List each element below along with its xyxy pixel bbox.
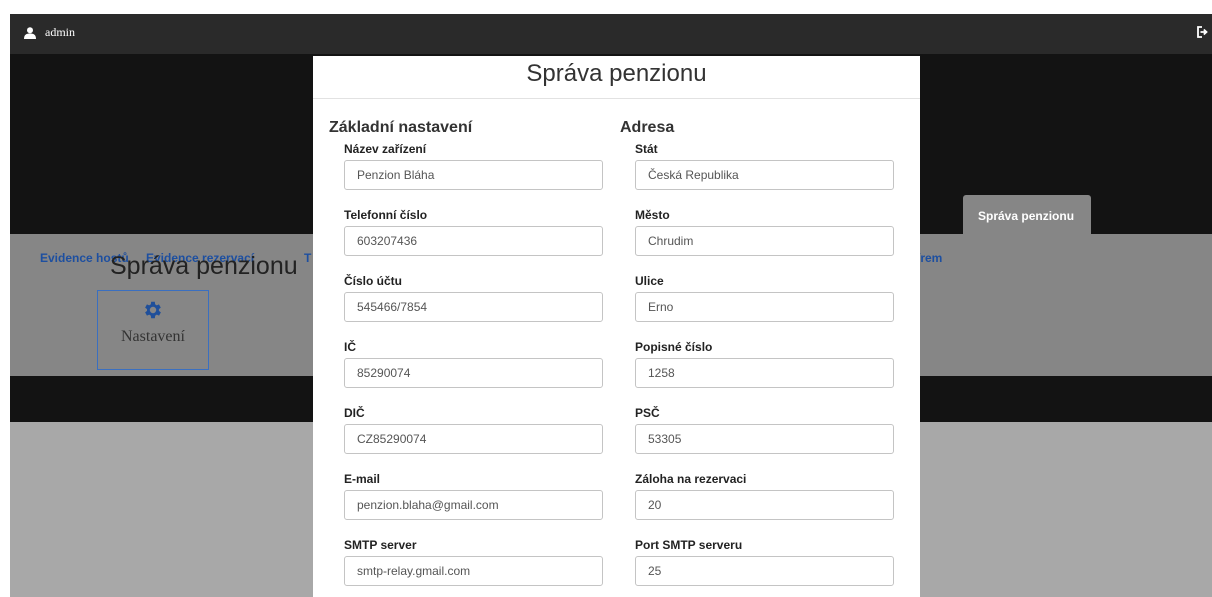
section-title: Správa penzionu [110, 252, 298, 280]
field-label: E-mail [344, 472, 381, 486]
field-port-smtp-serveru: Port SMTP serveru [635, 534, 910, 586]
gear-icon [145, 301, 161, 319]
modal-title: Správa penzionu [526, 60, 707, 87]
dic-input[interactable] [344, 424, 603, 454]
field-stat: Stát [635, 138, 910, 190]
psc-input[interactable] [635, 424, 894, 454]
tab-sprava-penzionu-label: Správa penzionu [978, 209, 1075, 223]
nazev-zarizeni-input[interactable] [344, 160, 603, 190]
field-label: Telefonní číslo [344, 208, 428, 222]
field-mesto: Město [635, 204, 910, 256]
field-ulice: Ulice [635, 270, 910, 322]
email-input[interactable] [344, 490, 603, 520]
stat-input[interactable] [635, 160, 894, 190]
field-email: E-mail [344, 468, 619, 520]
field-label: Popisné číslo [635, 340, 713, 354]
field-label: IČ [344, 340, 356, 354]
field-label: PSČ [635, 406, 660, 420]
username: admin [45, 25, 75, 39]
logout-icon[interactable] [1196, 26, 1208, 38]
nav-item-partial[interactable]: T [304, 251, 311, 265]
ic-input[interactable] [344, 358, 603, 388]
modal-header: Správa penzionu [313, 56, 920, 99]
mesto-input[interactable] [635, 226, 894, 256]
ulice-input[interactable] [635, 292, 894, 322]
top-bar: admin [10, 14, 1212, 54]
smtp-port-input[interactable] [635, 556, 894, 586]
field-label: Název zařízení [344, 142, 427, 156]
popisne-cislo-input[interactable] [635, 358, 894, 388]
field-telefonni-cislo: Telefonní číslo [344, 204, 619, 256]
field-popisne-cislo: Popisné číslo [635, 336, 910, 388]
field-smtp-server: SMTP server [344, 534, 619, 586]
field-label: Ulice [635, 274, 664, 288]
field-label: Číslo účtu [344, 274, 403, 288]
field-ic: IČ [344, 336, 619, 388]
cislo-uctu-input[interactable] [344, 292, 603, 322]
field-dic: DIČ [344, 402, 619, 454]
field-cislo-uctu: Číslo účtu [344, 270, 619, 322]
smtp-server-input[interactable] [344, 556, 603, 586]
address-heading: Adresa [620, 119, 675, 136]
field-label: Stát [635, 142, 658, 156]
user-menu[interactable]: admin [24, 25, 75, 40]
field-psc: PSČ [635, 402, 910, 454]
settings-modal: Správa penzionu Základní nastavení Název… [313, 56, 920, 597]
zaloha-input[interactable] [635, 490, 894, 520]
field-zaloha-na-rezervaci: Záloha na rezervaci [635, 468, 910, 520]
field-label: Port SMTP serveru [635, 538, 743, 552]
field-label: SMTP server [344, 538, 417, 552]
tab-sprava-penzionu[interactable]: Správa penzionu [963, 195, 1091, 235]
field-label: DIČ [344, 406, 365, 420]
field-label: Záloha na rezervaci [635, 472, 747, 486]
settings-tile-label: Nastavení [121, 328, 185, 345]
telefonni-cislo-input[interactable] [344, 226, 603, 256]
user-icon [24, 26, 36, 39]
nav-item-partial-right[interactable]: írem [917, 251, 942, 265]
settings-tile[interactable]: Nastavení [97, 290, 209, 370]
basic-settings-heading: Základní nastavení [329, 119, 473, 136]
basic-settings-column: Základní nastavení Název zařízení Telefo… [329, 118, 619, 586]
address-column: Adresa Stát Město Ulice Popisné číslo PS… [620, 118, 910, 586]
field-label: Město [635, 208, 670, 222]
field-nazev-zarizeni: Název zařízení [344, 138, 619, 190]
